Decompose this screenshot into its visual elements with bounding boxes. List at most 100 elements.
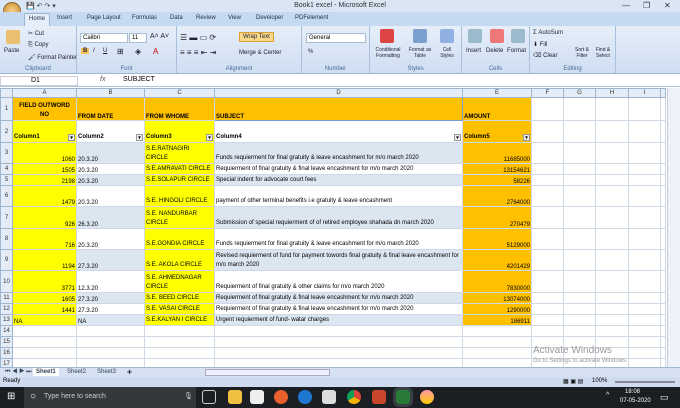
from-date-cell[interactable]: 27.3.20 bbox=[76, 303, 145, 315]
tab-view[interactable]: View bbox=[228, 15, 241, 21]
from-date-cell[interactable]: 26.3.20 bbox=[76, 206, 145, 229]
underline-button[interactable]: U bbox=[103, 48, 107, 54]
column-header[interactable]: C bbox=[144, 88, 215, 98]
conditional-formatting-button[interactable]: Conditional Formatting bbox=[372, 47, 404, 59]
formula-input[interactable]: SUBJECT bbox=[123, 76, 155, 83]
from-whome-cell[interactable]: S.E. AKOLA CIRCLE bbox=[144, 249, 215, 271]
select-all[interactable] bbox=[0, 88, 13, 98]
find-select-button[interactable]: Find & Select bbox=[593, 47, 613, 59]
row-header[interactable]: 2 bbox=[0, 120, 13, 143]
tab-developer[interactable]: Developer bbox=[256, 15, 283, 21]
sort-filter-button[interactable]: Sort & Filter bbox=[572, 47, 592, 59]
tray-chevron-icon[interactable]: ^ bbox=[606, 392, 609, 399]
cell[interactable] bbox=[12, 336, 77, 348]
cell[interactable] bbox=[660, 97, 666, 121]
cell[interactable] bbox=[563, 292, 596, 304]
clear-button[interactable]: ⌫ Clear bbox=[533, 52, 558, 59]
tab-insert[interactable]: Insert bbox=[57, 15, 72, 21]
format-button[interactable]: Format bbox=[507, 48, 526, 54]
amount-cell[interactable]: 7830000 bbox=[462, 270, 532, 293]
notification-icon[interactable]: ▭ bbox=[660, 392, 669, 403]
filter-dropdown-icon[interactable]: ▾ bbox=[454, 134, 461, 141]
cell[interactable] bbox=[563, 249, 596, 271]
outward-no-cell[interactable]: 2198 bbox=[12, 174, 77, 186]
tab-formulas[interactable]: Formulas bbox=[132, 15, 157, 21]
amount-cell[interactable]: 270479 bbox=[462, 206, 532, 229]
copy-button[interactable]: ⎘ Copy bbox=[28, 42, 48, 49]
file-explorer-icon[interactable] bbox=[228, 390, 242, 404]
excel-taskbar-icon[interactable] bbox=[393, 387, 413, 407]
cell[interactable] bbox=[660, 325, 666, 337]
row-header[interactable]: 11 bbox=[0, 292, 13, 304]
fill-button[interactable]: ⬇ Fill bbox=[533, 41, 547, 48]
font-size-select[interactable]: 11 bbox=[129, 33, 147, 43]
fill-color-icon[interactable]: ◈ bbox=[135, 47, 141, 56]
insert-sheet-icon[interactable]: ✚ bbox=[124, 368, 135, 377]
from-whome-cell[interactable]: S.E.RATNAGIRI CIRCLE bbox=[144, 142, 215, 164]
paint-icon[interactable] bbox=[420, 390, 434, 404]
cell[interactable] bbox=[628, 292, 661, 304]
from-whome-cell[interactable]: S.E. NANDURBAR CIRCLE bbox=[144, 206, 215, 229]
table-header-cell[interactable]: Column1 ▾ bbox=[12, 120, 77, 143]
row-header[interactable]: 9 bbox=[0, 249, 13, 271]
cell[interactable] bbox=[531, 185, 564, 207]
amount-cell[interactable]: 5129000 bbox=[462, 228, 532, 250]
grow-font-button[interactable]: A˄ A˅ bbox=[150, 33, 169, 40]
cell[interactable] bbox=[628, 185, 661, 207]
cell[interactable] bbox=[531, 292, 564, 304]
cell[interactable] bbox=[595, 303, 629, 315]
from-date-cell[interactable]: 12.3.20 bbox=[76, 270, 145, 293]
format-as-table-button[interactable]: Format as Table bbox=[405, 47, 435, 59]
amount-cell[interactable]: 186911 bbox=[462, 314, 532, 326]
cell[interactable] bbox=[628, 206, 661, 229]
amount-cell[interactable]: 4201429 bbox=[462, 249, 532, 271]
paste-button[interactable]: Paste bbox=[4, 48, 19, 54]
cell[interactable] bbox=[76, 325, 145, 337]
outward-no-cell[interactable]: 1479 bbox=[12, 185, 77, 207]
row-header[interactable]: 5 bbox=[0, 174, 13, 186]
filter-dropdown-icon[interactable]: ▾ bbox=[136, 134, 143, 141]
cell[interactable] bbox=[660, 270, 666, 293]
subject-cell[interactable]: Requierment of final gratuity & final le… bbox=[214, 292, 463, 304]
cell[interactable] bbox=[563, 120, 596, 143]
row-header[interactable]: 13 bbox=[0, 314, 13, 326]
autosum-button[interactable]: Σ AutoSum bbox=[533, 30, 563, 36]
column-header[interactable]: I bbox=[628, 88, 661, 98]
sheet-tab-2[interactable]: Sheet2 bbox=[64, 368, 89, 376]
filter-dropdown-icon[interactable]: ▾ bbox=[523, 134, 530, 141]
outward-no-cell[interactable]: NA bbox=[12, 314, 77, 326]
outward-no-cell[interactable]: 1060 bbox=[12, 142, 77, 164]
horizontal-scrollbar[interactable] bbox=[205, 369, 330, 376]
cell[interactable] bbox=[76, 336, 145, 348]
column-header[interactable]: A bbox=[12, 88, 77, 98]
tab-review[interactable]: Review bbox=[196, 15, 216, 21]
cell[interactable] bbox=[595, 325, 629, 337]
from-date-cell[interactable]: 27.3.20 bbox=[76, 249, 145, 271]
zoom-slider[interactable] bbox=[615, 381, 675, 383]
column-header[interactable]: H bbox=[595, 88, 629, 98]
outward-no-cell[interactable]: 716 bbox=[12, 228, 77, 250]
font-color-icon[interactable]: A bbox=[153, 47, 158, 56]
cell[interactable] bbox=[628, 97, 661, 121]
from-date-cell[interactable]: 20.3.20 bbox=[76, 228, 145, 250]
column-header[interactable]: G bbox=[563, 88, 596, 98]
task-view-icon[interactable] bbox=[202, 390, 216, 404]
filter-dropdown-icon[interactable]: ▾ bbox=[206, 134, 213, 141]
outward-no-cell[interactable]: 1605 bbox=[12, 292, 77, 304]
cell[interactable] bbox=[531, 228, 564, 250]
insert-button[interactable]: Insert bbox=[466, 48, 481, 54]
tab-pdfelement[interactable]: PDFelement bbox=[295, 15, 328, 21]
outward-no-cell[interactable]: 1194 bbox=[12, 249, 77, 271]
cell[interactable] bbox=[660, 303, 666, 315]
bold-button[interactable]: B bbox=[81, 48, 90, 54]
subject-cell[interactable]: Funds requierment for final gratuity & l… bbox=[214, 228, 463, 250]
subject-cell[interactable]: Submission of special requierment of of … bbox=[214, 206, 463, 229]
table-header-cell[interactable]: Column4 ▾ bbox=[214, 120, 463, 143]
cell[interactable] bbox=[531, 163, 564, 175]
cell[interactable] bbox=[531, 270, 564, 293]
sheet-tab-3[interactable]: Sheet3 bbox=[94, 368, 119, 376]
cell[interactable] bbox=[563, 270, 596, 293]
column-header[interactable]: F bbox=[531, 88, 564, 98]
font-name-select[interactable]: Calibri bbox=[80, 33, 128, 43]
align-left-icons[interactable]: ≡ ≡ ≡ ⇤ ⇥ bbox=[180, 48, 216, 57]
